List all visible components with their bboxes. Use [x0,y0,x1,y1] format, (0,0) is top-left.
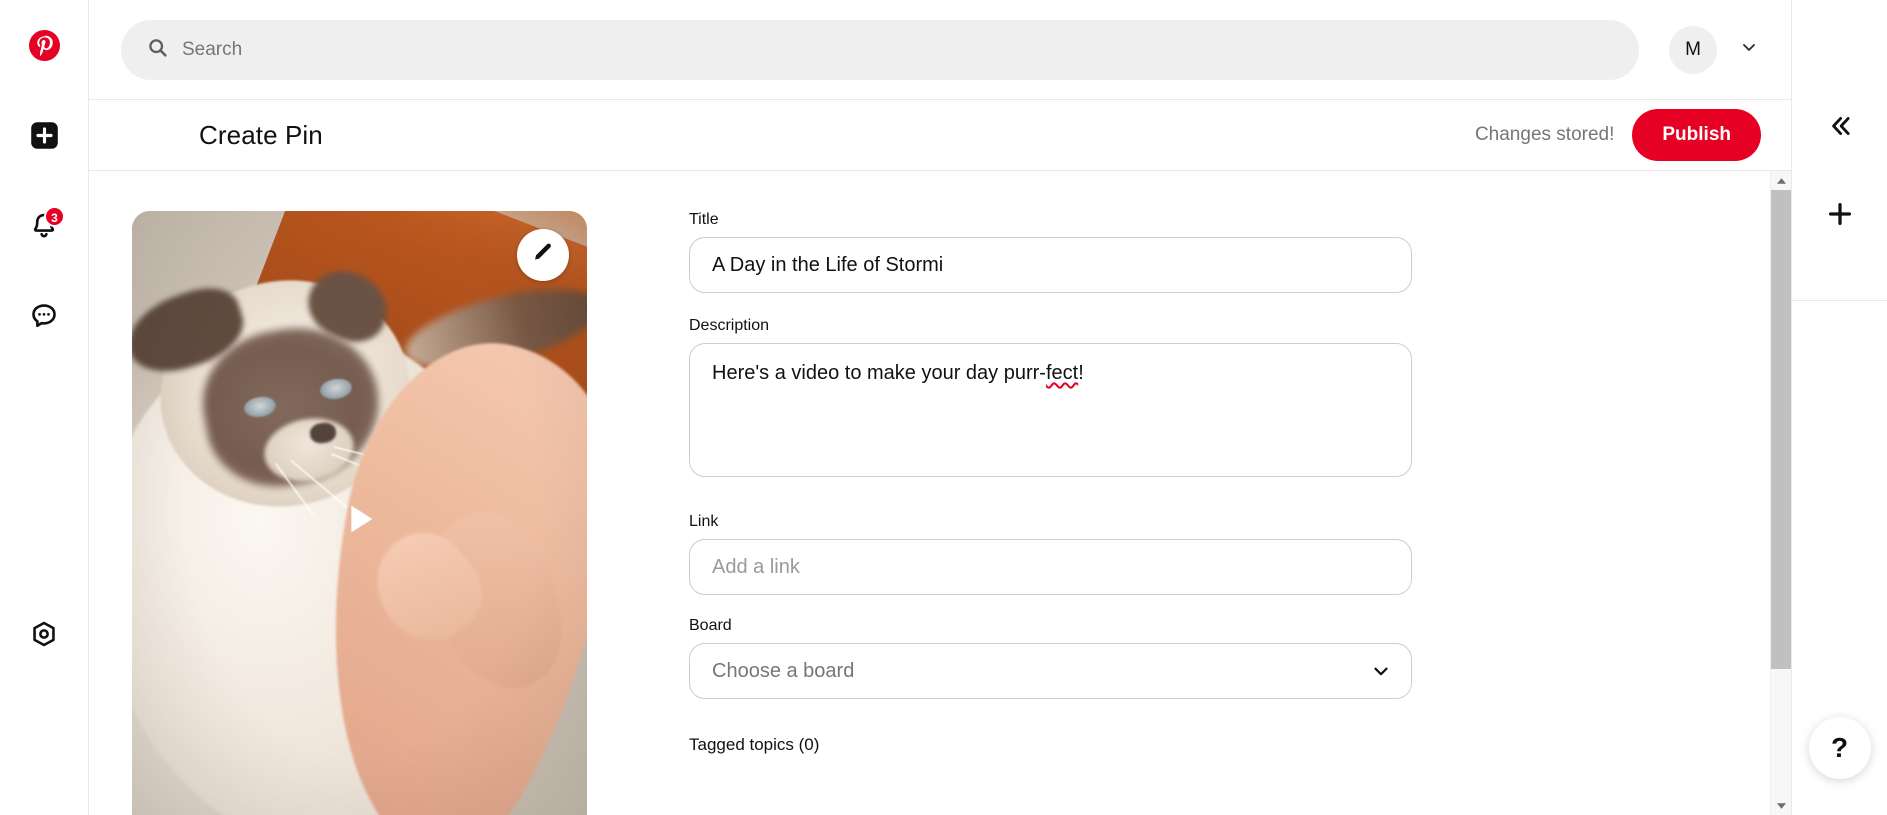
top-bar: M [89,0,1791,99]
account-menu-button[interactable] [1731,32,1767,68]
pencil-icon [531,241,554,269]
triangle-up-icon [1776,172,1787,190]
pinterest-logo-icon [28,30,60,66]
collapse-panel-button[interactable] [1814,102,1866,154]
play-triangle-icon [336,496,382,547]
app-root: 3 Search M Create Pin Changes stored! Pu… [0,0,1887,815]
avatar[interactable]: M [1669,25,1717,74]
right-sidebar: ? [1791,0,1887,815]
search-input[interactable] [182,19,1613,80]
sidebar-item-settings[interactable] [20,612,68,660]
notification-badge: 3 [44,206,65,227]
right-rail-divider [1792,300,1887,301]
play-button[interactable] [332,494,386,548]
content-scrollbar[interactable] [1770,171,1791,815]
speech-bubble-icon [29,301,59,336]
pinterest-logo[interactable] [20,24,68,72]
link-field-group: Link [689,513,1791,595]
gear-nut-icon [30,620,58,653]
double-chevron-left-icon [1826,112,1854,145]
sidebar-item-notifications[interactable]: 3 [20,204,68,252]
header-actions: Changes stored! Publish [1475,109,1761,161]
main-column: M Create Pin Changes stored! Publish [89,0,1791,815]
publish-button[interactable]: Publish [1632,109,1761,161]
plus-square-icon [30,121,59,155]
page-header: Create Pin Changes stored! Publish [89,99,1791,171]
scrollbar-track[interactable] [1770,190,1791,796]
board-field-group: Board Choose a board [689,617,1791,699]
sidebar-item-create-pin[interactable] [20,114,68,162]
content-scroll-region: Title Description Here's a video to make… [89,171,1791,815]
left-sidebar: 3 [0,0,89,815]
description-field-group: Description Here's a video to make your … [689,317,1791,477]
pin-editor: Title Description Here's a video to make… [89,171,1791,815]
pin-details-form: Title Description Here's a video to make… [629,211,1791,815]
board-select[interactable]: Choose a board [689,643,1412,699]
description-input[interactable]: Here's a video to make your day purr-fec… [689,343,1412,477]
scrollbar-up-button[interactable] [1771,171,1792,190]
sidebar-item-messages[interactable] [20,294,68,342]
description-misspelled-word: fect [1045,362,1079,384]
scrollbar-thumb[interactable] [1770,190,1791,669]
board-select-value: Choose a board [712,659,855,682]
status-badge: Changes stored! [1474,124,1615,145]
search-icon [147,37,168,63]
video-thumbnail[interactable] [131,211,587,815]
title-field-group: Title [689,211,1791,293]
triangle-down-icon [1776,797,1787,815]
chevron-down-icon [1739,37,1759,62]
description-text-tail: ! [1078,362,1084,384]
plus-icon [1825,199,1855,234]
scrollbar-down-button[interactable] [1771,796,1792,815]
add-panel-button[interactable] [1814,190,1866,242]
link-label: Link [689,513,719,530]
edit-media-button[interactable] [516,229,569,281]
description-label: Description [689,317,770,334]
media-column [89,211,629,815]
link-input[interactable] [689,539,1412,595]
tagged-topics-label: Tagged topics (0) [689,735,820,754]
help-button[interactable]: ? [1808,717,1871,779]
search-bar[interactable] [121,19,1639,80]
description-text-head: Here's a video to make your day purr- [712,362,1046,384]
board-label: Board [689,617,732,634]
title-label: Title [689,211,719,228]
title-input[interactable] [689,237,1412,293]
page-title: Create Pin [199,119,323,150]
